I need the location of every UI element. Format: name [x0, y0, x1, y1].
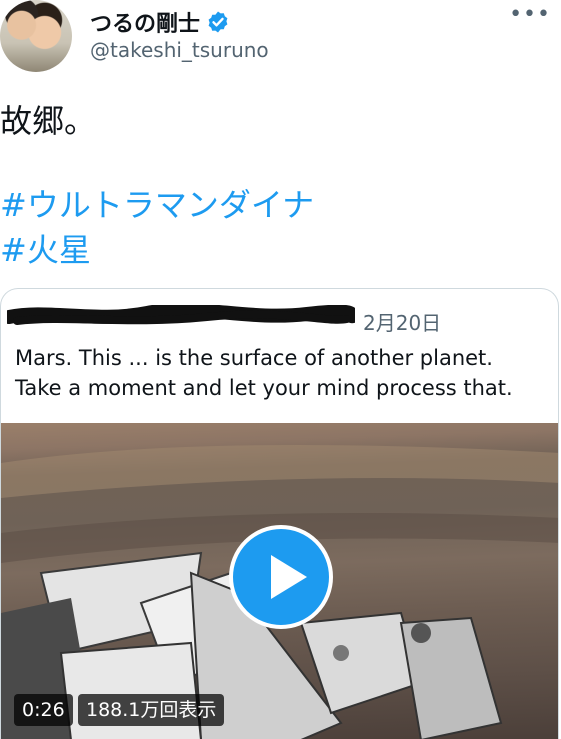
- view-count: 188.1万回表示: [78, 694, 225, 726]
- avatar[interactable]: [0, 0, 72, 72]
- verified-badge-icon: [208, 11, 228, 33]
- quoted-tweet-line: Take a moment and let your mind process …: [15, 376, 513, 400]
- display-name[interactable]: つるの剛士: [90, 6, 200, 38]
- tweet-text: 故郷。: [0, 102, 97, 140]
- video-duration: 0:26: [14, 694, 73, 726]
- quoted-tweet-date[interactable]: 2月20日: [363, 307, 441, 336]
- hashtag-link[interactable]: #ウルトラマンダイナ: [0, 184, 314, 226]
- redacted-author: [7, 305, 355, 325]
- quoted-tweet-text: Mars. This ... is the surface of another…: [15, 343, 545, 403]
- handle[interactable]: @takeshi_tsuruno: [90, 38, 269, 62]
- author-name-row[interactable]: つるの剛士: [90, 6, 230, 38]
- play-button[interactable]: [229, 525, 333, 629]
- hashtag-link[interactable]: #火星: [0, 229, 91, 271]
- quoted-tweet-line: Mars. This ... is the surface of another…: [15, 346, 493, 370]
- quoted-tweet-card[interactable]: 2月20日 Mars. This ... is the surface of a…: [0, 288, 559, 739]
- more-options-icon[interactable]: •••: [509, 2, 551, 27]
- play-icon: [271, 555, 307, 599]
